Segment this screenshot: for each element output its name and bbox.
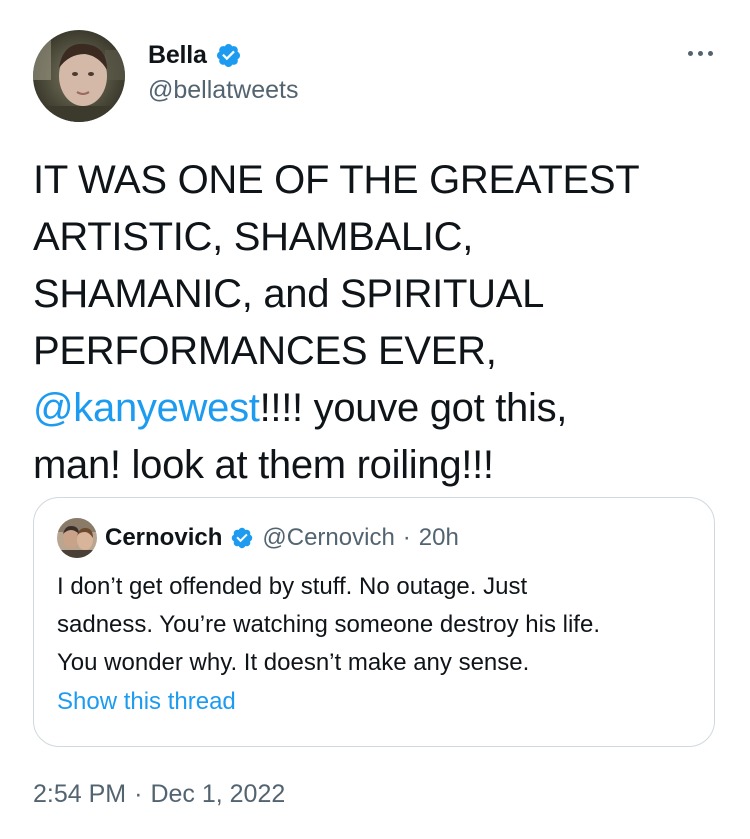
mention-link[interactable]: @kanyewest — [33, 386, 260, 430]
more-dot — [697, 50, 703, 56]
tweet-date[interactable]: Dec 1, 2022 — [150, 780, 285, 809]
quoted-display-name: Cernovich — [105, 524, 223, 551]
verified-badge-icon — [230, 526, 254, 550]
author-name-row[interactable]: Bella — [148, 38, 242, 72]
tweet-timestamp: 2:54 PM · Dec 1, 2022 — [33, 780, 285, 809]
tweet-card: Bella @bellatweets IT WAS ONE OF THE GRE… — [0, 0, 750, 839]
quoted-handle: @Cernovich — [262, 524, 395, 551]
show-thread-link[interactable]: Show this thread — [57, 688, 236, 716]
more-dot — [687, 50, 693, 56]
tweet-text-part-1: IT WAS ONE OF THE GREATEST ARTISTIC, SHA… — [33, 158, 640, 373]
more-dot — [707, 50, 713, 56]
tweet-text: IT WAS ONE OF THE GREATEST ARTISTIC, SHA… — [33, 152, 723, 494]
quoted-tweet-text: I don’t get offended by stuff. No outage… — [57, 573, 600, 676]
author-handle[interactable]: @bellatweets — [148, 76, 298, 105]
verified-badge-icon — [215, 42, 242, 69]
tweet-time[interactable]: 2:54 PM — [33, 780, 126, 809]
quoted-author-avatar — [57, 518, 97, 558]
author-display-name[interactable]: Bella — [148, 41, 207, 70]
quoted-separator: · — [402, 524, 411, 551]
more-horizontal-icon[interactable] — [680, 40, 720, 66]
quoted-tweet-header: Cernovich @Cernovich · 20h — [57, 518, 459, 558]
quoted-time[interactable]: 20h — [419, 524, 459, 552]
timestamp-separator: · — [134, 780, 143, 808]
quoted-tweet[interactable]: Cernovich @Cernovich · 20h I don’t get o… — [33, 497, 715, 747]
author-avatar[interactable] — [33, 30, 125, 122]
